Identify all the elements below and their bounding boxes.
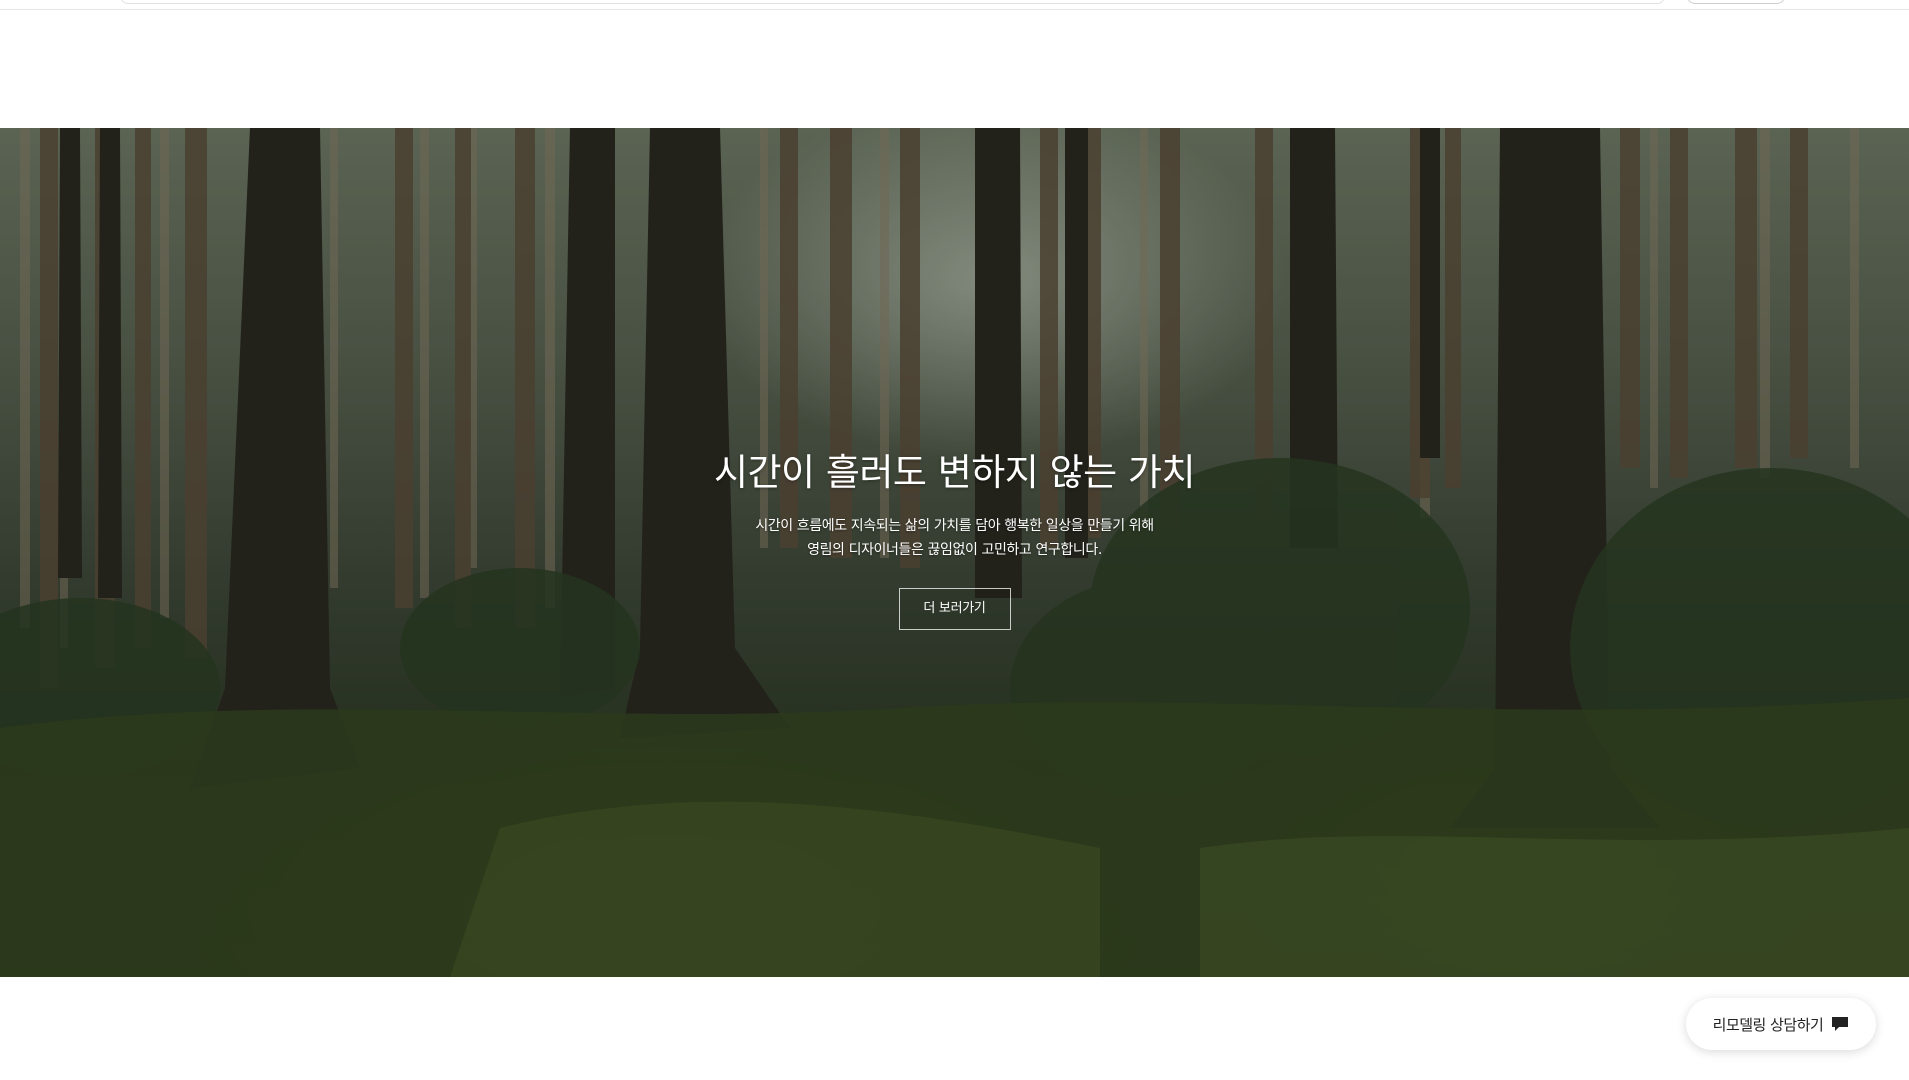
hero-content: 시간이 흘러도 변하지 않는 가치 시간이 흐름에도 지속되는 삶의 가치를 담… (0, 448, 1909, 630)
hero-subtitle-line-1: 시간이 흐름에도 지속되는 삶의 가치를 담아 행복한 일상을 만들기 위해 (755, 518, 1154, 534)
hero-subtitle-line-2: 영림의 디자이너들은 끊임없이 고민하고 연구합니다. (807, 542, 1102, 558)
hero-banner: 시간이 흘러도 변하지 않는 가치 시간이 흐름에도 지속되는 삶의 가치를 담… (0, 128, 1909, 977)
top-header-bar (0, 0, 1909, 10)
see-more-button[interactable]: 더 보러가기 (898, 588, 1011, 630)
hero-title: 시간이 흘러도 변하지 않는 가치 (713, 451, 1196, 494)
remodeling-consult-button[interactable]: 리모델링 상담하기 (1686, 998, 1876, 1050)
hero-subtitle: 시간이 흐름에도 지속되는 삶의 가치를 담아 행복한 일상을 만들기 위해 영… (0, 514, 1909, 562)
header-search-input[interactable] (120, 0, 1665, 4)
consult-button-label: 리모델링 상담하기 (1712, 1015, 1824, 1034)
header-action-button[interactable] (1687, 0, 1785, 4)
chat-icon (1831, 1016, 1849, 1032)
